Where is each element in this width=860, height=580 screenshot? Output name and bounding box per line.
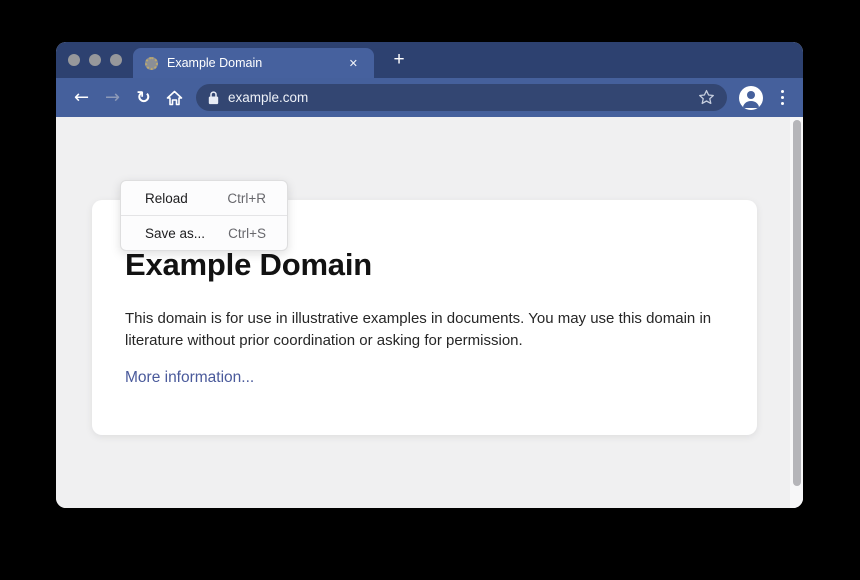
tab-example-domain[interactable]: Example Domain ✕ [133, 48, 374, 78]
new-tab-button[interactable]: + [386, 42, 412, 78]
reload-button[interactable]: ↻ [128, 83, 159, 113]
menu-item-reload[interactable]: Reload Ctrl+R [121, 181, 287, 215]
page-viewport: Example Domain This domain is for use in… [56, 117, 803, 508]
home-button[interactable] [159, 83, 190, 113]
back-button[interactable]: ← [66, 83, 97, 113]
more-information-link[interactable]: More information... [125, 369, 254, 387]
overflow-menu-icon[interactable] [771, 83, 793, 113]
menu-item-save-as[interactable]: Save as... Ctrl+S [121, 216, 287, 250]
forward-button[interactable]: → [97, 83, 128, 113]
minimize-window-button[interactable] [89, 54, 101, 66]
menu-item-label: Save as... [145, 226, 205, 241]
scrollbar-thumb[interactable] [793, 120, 801, 486]
tab-close-icon[interactable]: ✕ [345, 55, 362, 72]
menu-item-label: Reload [145, 191, 188, 206]
lock-icon [208, 91, 219, 105]
close-window-button[interactable] [68, 54, 80, 66]
context-menu: Reload Ctrl+R Save as... Ctrl+S [120, 180, 288, 251]
zoom-window-button[interactable] [110, 54, 122, 66]
scrollbar-track[interactable] [790, 117, 803, 508]
window-controls [68, 42, 122, 78]
browser-window: Example Domain ✕ + ← → ↻ example.com [56, 42, 803, 508]
person-icon [739, 86, 763, 110]
tab-favicon-icon [145, 57, 158, 70]
page-paragraph: This domain is for use in illustrative e… [125, 308, 717, 352]
profile-avatar[interactable] [739, 86, 763, 110]
url-text: example.com [228, 90, 308, 105]
address-bar[interactable]: example.com [196, 84, 727, 111]
menu-item-shortcut: Ctrl+S [228, 226, 266, 241]
tab-title: Example Domain [167, 56, 336, 70]
home-icon [166, 90, 183, 106]
bookmark-star-icon[interactable] [698, 89, 715, 106]
menu-item-shortcut: Ctrl+R [227, 191, 266, 206]
toolbar: ← → ↻ example.com [56, 78, 803, 117]
tab-strip: Example Domain ✕ + [56, 42, 803, 78]
page-heading: Example Domain [125, 248, 724, 282]
